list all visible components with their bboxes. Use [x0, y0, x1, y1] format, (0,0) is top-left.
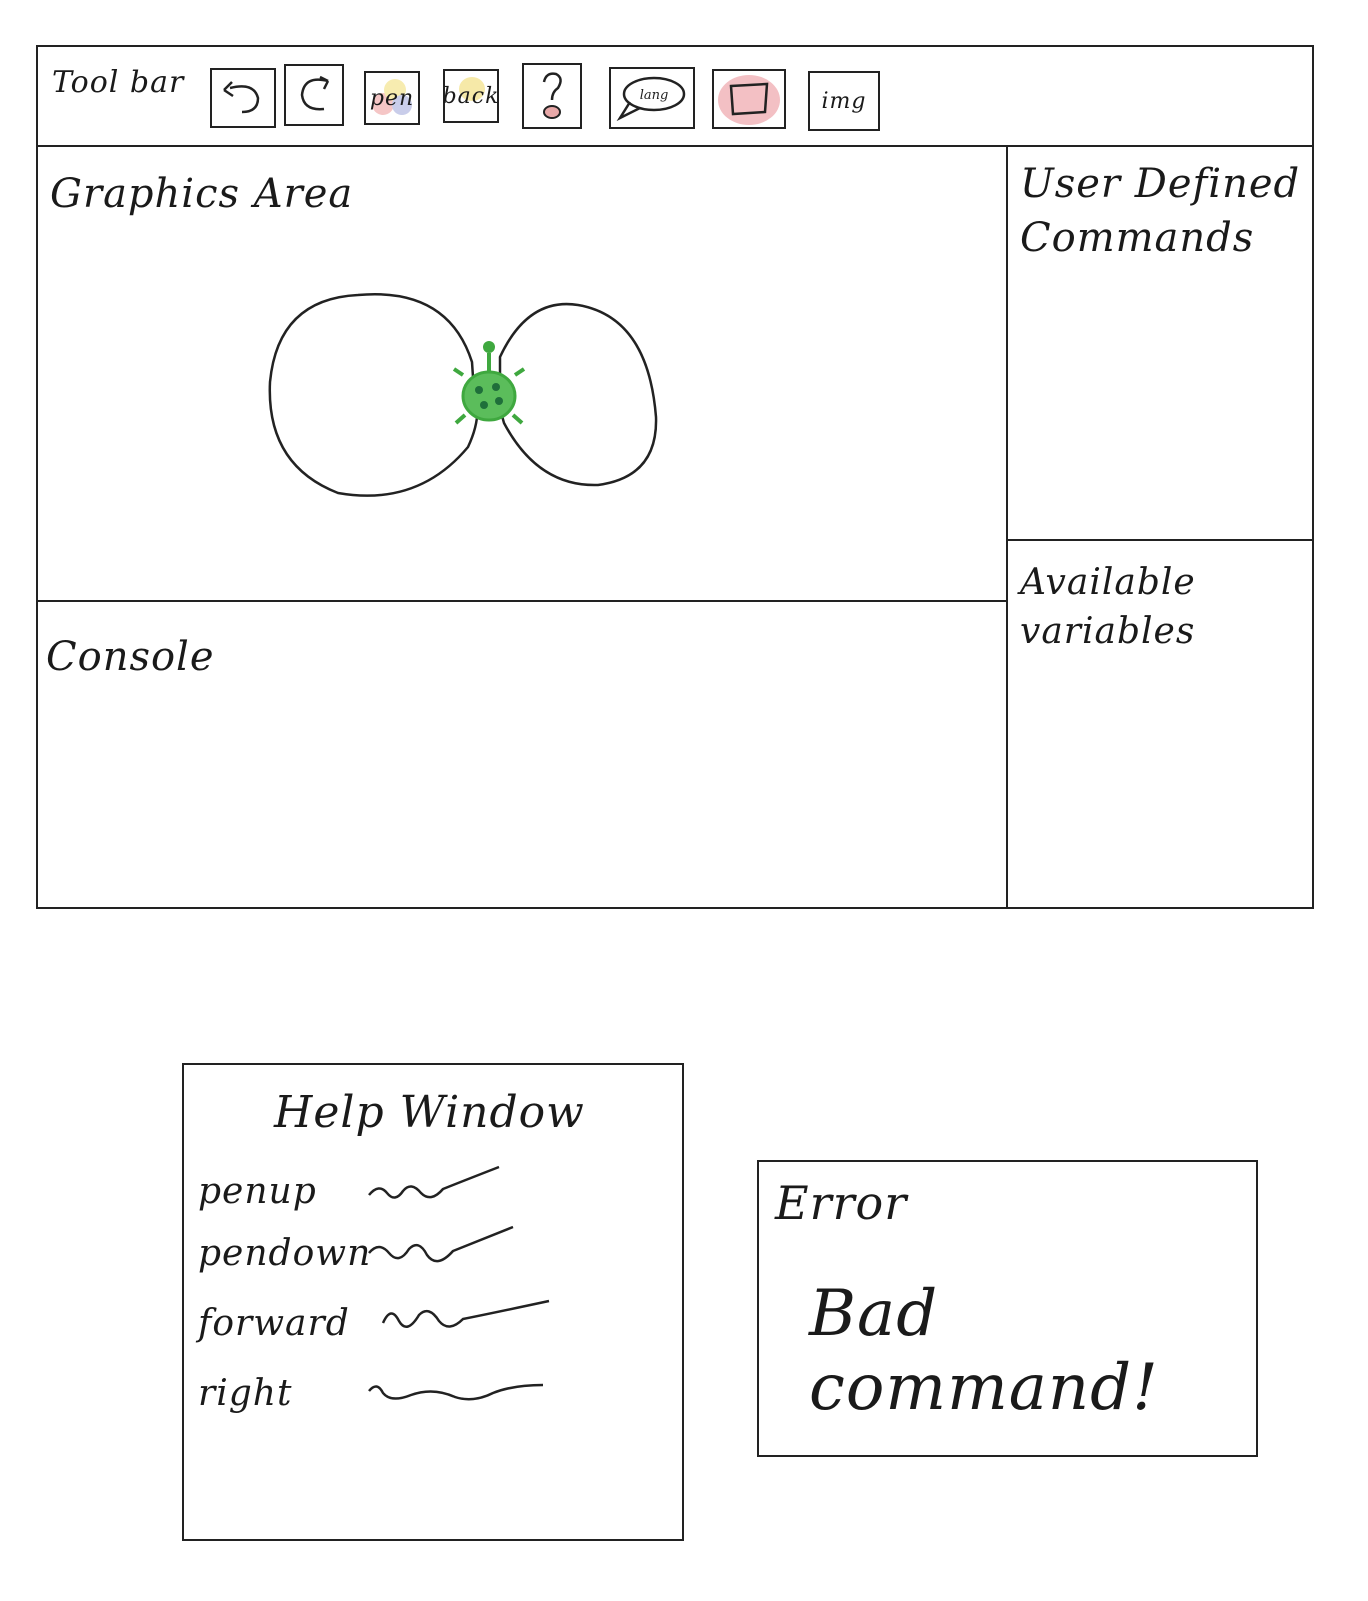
help-description-squiggle — [368, 1165, 500, 1199]
console-title: Console — [46, 634, 215, 680]
background-label: back — [442, 83, 500, 109]
user-commands-title-line1: User Defined — [1020, 161, 1301, 207]
image-button[interactable]: img — [808, 71, 880, 131]
error-message: Bad command! — [809, 1277, 1159, 1425]
help-description-squiggle — [368, 1225, 514, 1263]
undo-button[interactable] — [210, 68, 276, 128]
pen-button[interactable]: pen — [364, 71, 420, 125]
drawn-loop-left — [268, 293, 479, 497]
user-defined-commands-panel[interactable]: User Defined Commands — [1006, 147, 1312, 541]
turtle-drawing — [268, 293, 658, 497]
variables-title: Available variables — [1020, 562, 1196, 652]
help-description-squiggle — [368, 1383, 544, 1401]
turtle-icon — [452, 341, 526, 425]
help-window-title: Help Window — [274, 1087, 585, 1138]
image-label: img — [821, 88, 867, 114]
undo-icon — [223, 81, 260, 114]
help-command-name: penup — [198, 1171, 317, 1212]
user-commands-title: User Defined Commands — [1020, 157, 1300, 265]
user-commands-title-line2: Commands — [1020, 215, 1255, 261]
help-icon — [542, 72, 562, 119]
redo-button[interactable] — [284, 64, 344, 126]
help-command-name: right — [198, 1373, 293, 1414]
help-row-penup: penup — [198, 1163, 668, 1223]
help-window: Help Window penup pendown forward right — [182, 1063, 684, 1541]
toolbar: Tool bar pen back lang img — [38, 47, 1312, 147]
help-command-name: forward — [198, 1303, 350, 1344]
graphics-area[interactable]: Graphics Area — [38, 147, 1008, 602]
help-description-squiggle — [381, 1299, 550, 1328]
help-row-pendown: pendown — [198, 1225, 668, 1285]
console[interactable]: Console — [38, 602, 1008, 907]
help-row-forward: forward — [198, 1295, 668, 1355]
shape-icon — [729, 82, 769, 116]
error-window: Error Bad command! — [757, 1160, 1258, 1457]
toolbar-label: Tool bar — [52, 65, 185, 100]
error-window-title: Error — [775, 1176, 908, 1230]
background-button[interactable]: back — [443, 69, 499, 123]
turtle-shape-button[interactable] — [712, 69, 786, 129]
help-row-right: right — [198, 1365, 668, 1425]
language-button[interactable]: lang — [609, 67, 695, 129]
drawn-loop-right — [497, 302, 658, 487]
redo-icon — [300, 75, 330, 111]
pen-label: pen — [369, 85, 415, 111]
help-button[interactable] — [522, 63, 582, 129]
help-command-name: pendown — [198, 1233, 372, 1274]
speech-bubble-icon: lang — [616, 76, 686, 122]
available-variables-panel[interactable]: Available variables — [1006, 541, 1312, 907]
language-label: lang — [640, 88, 669, 103]
main-window: Tool bar pen back lang img Graphics Area… — [36, 45, 1314, 909]
